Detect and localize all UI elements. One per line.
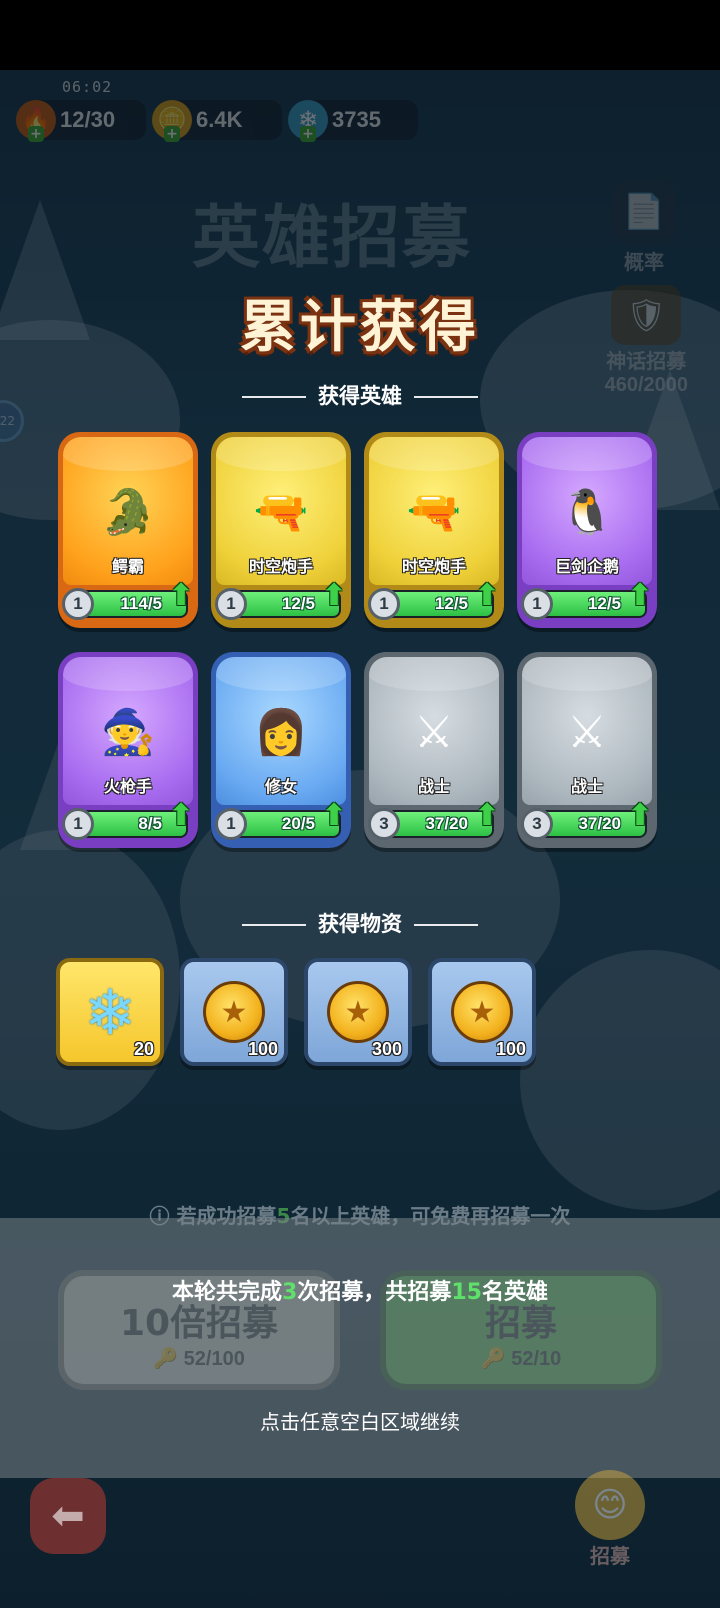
hero-name: 巨剑企鹅 bbox=[554, 557, 619, 576]
recruit-tab[interactable]: 😊 招募 bbox=[560, 1470, 660, 1569]
warrior-icon: ⚔ bbox=[414, 706, 454, 758]
level-badge: 1 bbox=[368, 588, 400, 620]
level-badge: 1 bbox=[215, 808, 247, 840]
hero-portrait: 🐊 鳄霸 bbox=[63, 437, 193, 585]
hero-card[interactable]: ⚔ 战士 37/20 3 ⬆ bbox=[364, 652, 504, 848]
shard-count: 37/20 bbox=[425, 814, 468, 833]
shard-count: 12/5 bbox=[434, 594, 468, 613]
gunner-icon: 🔫 bbox=[253, 487, 309, 538]
reward-item[interactable]: ★ 100 bbox=[428, 958, 536, 1066]
upgrade-arrow-icon: ⬆ bbox=[321, 798, 347, 833]
reward-quantity: 300 bbox=[371, 1039, 402, 1059]
shard-count: 12/5 bbox=[281, 594, 315, 613]
items-section-header: 获得物资 bbox=[0, 908, 720, 938]
divider bbox=[414, 924, 478, 926]
reward-quantity: 100 bbox=[495, 1039, 526, 1059]
level-badge: 1 bbox=[521, 588, 553, 620]
upgrade-arrow-icon: ⬆ bbox=[474, 578, 500, 613]
hero-name: 战士 bbox=[570, 777, 603, 796]
hero-portrait: 👩 修女 bbox=[216, 657, 346, 805]
summary-hero-count: 15 bbox=[451, 1280, 482, 1305]
hero-name: 时空炮手 bbox=[248, 557, 313, 576]
summary-text: 名英雄 bbox=[481, 1280, 548, 1305]
upgrade-arrow-icon: ⬆ bbox=[168, 798, 194, 833]
ten-recruit-keys: 52/100 bbox=[183, 1348, 245, 1370]
hero-portrait: 🐧 巨剑企鹅 bbox=[522, 437, 652, 585]
items-section-label: 获得物资 bbox=[318, 912, 402, 936]
level-badge: 1 bbox=[62, 808, 94, 840]
item-rewards-row: ❄ 20 ★ 100 ★ 300 ★ 100 bbox=[56, 958, 536, 1066]
upgrade-arrow-icon: ⬆ bbox=[474, 798, 500, 833]
level-badge: 1 bbox=[215, 588, 247, 620]
reward-item[interactable]: ★ 300 bbox=[304, 958, 412, 1066]
hero-card[interactable]: 🐧 巨剑企鹅 12/5 1 ⬆ bbox=[517, 432, 657, 628]
heroes-section-label: 获得英雄 bbox=[318, 384, 402, 408]
shard-count: 20/5 bbox=[281, 814, 315, 833]
reward-item[interactable]: ❄ 20 bbox=[56, 958, 164, 1066]
upgrade-arrow-icon: ⬆ bbox=[168, 578, 194, 613]
hero-portrait: 🧙 火枪手 bbox=[63, 657, 193, 805]
hero-name: 战士 bbox=[417, 777, 450, 796]
level-badge: 3 bbox=[368, 808, 400, 840]
shard-count: 12/5 bbox=[587, 594, 621, 613]
single-recruit-cost: 🔑 52/10 bbox=[480, 1348, 562, 1370]
hero-card[interactable]: 🔫 时空炮手 12/5 1 ⬆ bbox=[364, 432, 504, 628]
upgrade-arrow-icon: ⬆ bbox=[627, 578, 653, 613]
divider bbox=[414, 396, 478, 398]
single-recruit-keys: 52/10 bbox=[511, 1348, 562, 1370]
summary-text: 本轮共完成 bbox=[172, 1280, 283, 1305]
hero-name: 火枪手 bbox=[103, 777, 152, 796]
hero-name: 鳄霸 bbox=[111, 557, 144, 576]
summary-times: 3 bbox=[282, 1280, 298, 1305]
coin-icon: ★ bbox=[203, 981, 265, 1043]
shard-count: 8/5 bbox=[138, 814, 162, 833]
shard-count: 37/20 bbox=[578, 814, 621, 833]
hero-card[interactable]: 🔫 时空炮手 12/5 1 ⬆ bbox=[211, 432, 351, 628]
hero-name: 时空炮手 bbox=[401, 557, 466, 576]
coin-icon: ★ bbox=[451, 981, 513, 1043]
reward-quantity: 100 bbox=[247, 1039, 278, 1059]
reward-quantity: 20 bbox=[133, 1039, 154, 1059]
coin-icon: ★ bbox=[327, 981, 389, 1043]
crocodile-icon: 🐊 bbox=[100, 487, 156, 538]
heroes-section-header: 获得英雄 bbox=[0, 380, 720, 410]
summary-text: 次招募，共招募 bbox=[297, 1280, 452, 1305]
ten-recruit-cost: 🔑 52/100 bbox=[153, 1348, 245, 1370]
back-arrow-icon: ⬅ bbox=[51, 1493, 85, 1539]
status-bar-background bbox=[0, 0, 720, 70]
recruit-tab-label: 招募 bbox=[590, 1544, 630, 1568]
crystal-icon: ❄ bbox=[84, 975, 136, 1049]
hero-portrait: 🔫 时空炮手 bbox=[369, 437, 499, 585]
result-title: 累计获得 bbox=[240, 295, 480, 360]
warrior-icon: ⚔ bbox=[567, 706, 607, 758]
shard-count: 114/5 bbox=[120, 594, 162, 613]
continue-hint[interactable]: 点击任意空白区域继续 bbox=[0, 1406, 720, 1435]
recruit-summary: 本轮共完成3次招募，共招募15名英雄 bbox=[0, 1274, 720, 1306]
hero-portrait: ⚔ 战士 bbox=[369, 657, 499, 805]
upgrade-arrow-icon: ⬆ bbox=[627, 798, 653, 833]
back-button[interactable]: ⬅ bbox=[30, 1478, 106, 1554]
hero-card[interactable]: 👩 修女 20/5 1 ⬆ bbox=[211, 652, 351, 848]
hero-face-icon: 😊 bbox=[575, 1470, 645, 1540]
hero-card-grid: 🐊 鳄霸 114/5 1 ⬆ 🔫 时空炮手 12/5 1 ⬆ 🔫 时空炮手 12… bbox=[58, 432, 666, 848]
wizard-icon: 🧙 bbox=[100, 707, 156, 758]
hero-card[interactable]: 🐊 鳄霸 114/5 1 ⬆ bbox=[58, 432, 198, 628]
nun-icon: 👩 bbox=[253, 707, 309, 758]
hero-card[interactable]: ⚔ 战士 37/20 3 ⬆ bbox=[517, 652, 657, 848]
reward-item[interactable]: ★ 100 bbox=[180, 958, 288, 1066]
divider bbox=[242, 396, 306, 398]
hero-portrait: ⚔ 战士 bbox=[522, 657, 652, 805]
hero-name: 修女 bbox=[264, 777, 297, 796]
level-badge: 1 bbox=[62, 588, 94, 620]
gunner-icon: 🔫 bbox=[406, 487, 462, 538]
upgrade-arrow-icon: ⬆ bbox=[321, 578, 347, 613]
hero-card[interactable]: 🧙 火枪手 8/5 1 ⬆ bbox=[58, 652, 198, 848]
hero-portrait: 🔫 时空炮手 bbox=[216, 437, 346, 585]
level-badge: 3 bbox=[521, 808, 553, 840]
penguin-icon: 🐧 bbox=[559, 487, 615, 538]
divider bbox=[242, 924, 306, 926]
